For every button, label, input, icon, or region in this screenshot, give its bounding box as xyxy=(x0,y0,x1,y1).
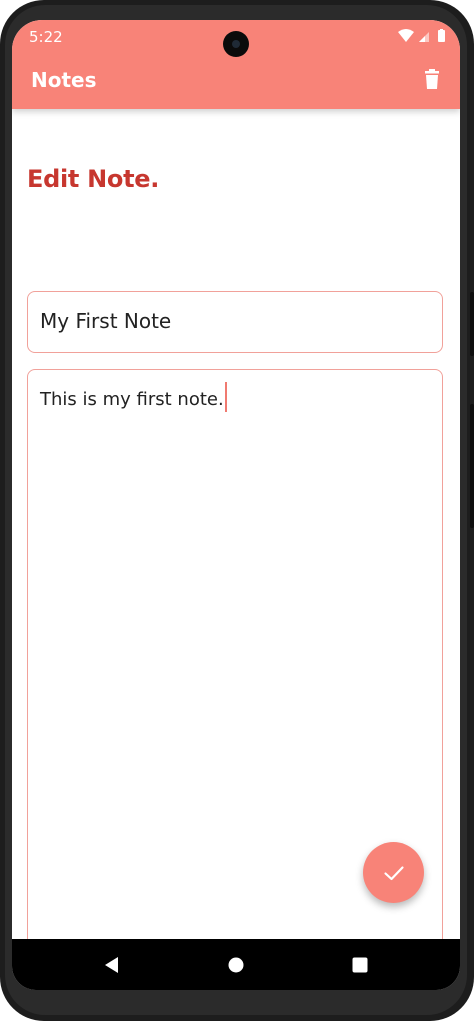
save-note-button[interactable] xyxy=(363,842,424,903)
app-bar: 5:22 Notes xyxy=(12,20,460,109)
front-camera xyxy=(223,31,249,57)
home-icon xyxy=(228,957,244,973)
note-body-line: This is my first note. xyxy=(40,382,227,414)
note-title-value: My First Note xyxy=(40,309,172,333)
app-title: Notes xyxy=(31,68,97,92)
nav-recents-button[interactable] xyxy=(349,954,371,976)
phone-device: 5:22 Notes Edit Note. My First Note This… xyxy=(0,0,474,1021)
note-title-input[interactable]: My First Note xyxy=(27,291,443,353)
nav-back-button[interactable] xyxy=(101,954,123,976)
edit-note-content: Edit Note. My First Note This is my firs… xyxy=(12,109,460,990)
back-icon xyxy=(105,957,118,973)
signal-icon xyxy=(419,32,429,42)
note-body-value: This is my first note. xyxy=(40,389,224,410)
trash-icon xyxy=(425,69,439,89)
status-time: 5:22 xyxy=(29,28,63,46)
delete-note-button[interactable] xyxy=(420,67,444,91)
text-cursor xyxy=(224,382,227,412)
battery-icon xyxy=(438,29,445,42)
status-icons xyxy=(398,29,446,43)
volume-up-button xyxy=(470,292,474,356)
recents-icon xyxy=(352,957,368,973)
page-title: Edit Note. xyxy=(27,165,160,193)
check-icon xyxy=(383,865,404,880)
volume-down-button xyxy=(470,404,474,528)
nav-home-button[interactable] xyxy=(225,954,247,976)
system-nav-bar xyxy=(12,939,460,990)
screen: 5:22 Notes Edit Note. My First Note This… xyxy=(12,20,460,990)
wifi-icon xyxy=(398,29,414,42)
